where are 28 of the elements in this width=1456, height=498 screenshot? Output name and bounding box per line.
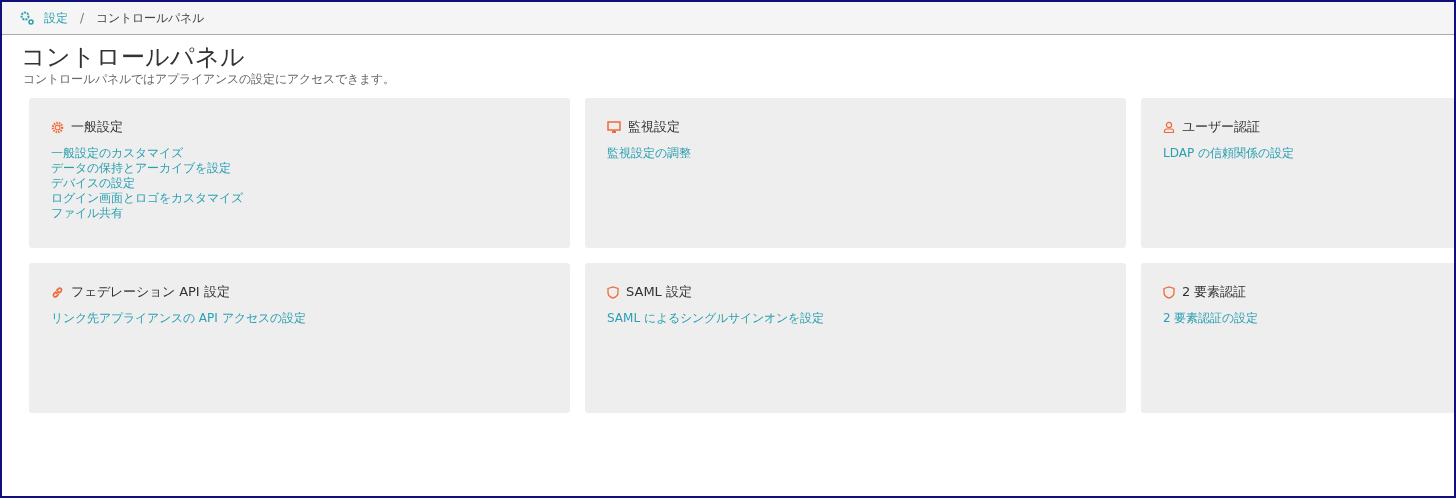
page-subtitle: コントロールパネルではアプライアンスの設定にアクセスできます。 (23, 72, 396, 86)
settings-link[interactable]: リンク先アプライアンスの API アクセスの設定 (51, 311, 306, 326)
settings-link[interactable]: データの保持とアーカイブを設定 (51, 161, 231, 176)
settings-link[interactable]: SAML によるシングルサインオンを設定 (607, 311, 824, 326)
card-title: フェデレーション API 設定 (71, 283, 230, 301)
gears-icon (20, 11, 34, 25)
breadcrumb-link[interactable]: 設定 (44, 9, 68, 27)
breadcrumb-separator: / (80, 11, 85, 25)
card-title: ユーザー認証 (1182, 118, 1260, 136)
settings-link[interactable]: 一般設定のカスタマイズ (51, 146, 183, 161)
settings-link[interactable]: LDAP の信頼関係の設定 (1163, 146, 1294, 161)
breadcrumb-current: コントロールパネル (96, 9, 205, 27)
settings-link[interactable]: ファイル共有 (51, 206, 123, 221)
card-title: 2 要素認証 (1182, 283, 1247, 301)
shield-icon (1163, 285, 1175, 299)
user-icon (1163, 121, 1175, 133)
monitor-icon (607, 120, 621, 134)
page-title: コントロールパネル (21, 43, 246, 71)
link-icon (51, 285, 64, 299)
settings-link[interactable]: ログイン画面とロゴをカスタマイズ (51, 191, 243, 206)
settings-link[interactable]: デバイスの設定 (51, 176, 135, 191)
card-title: SAML 設定 (626, 283, 692, 301)
shield-icon (607, 285, 619, 299)
settings-link[interactable]: 監視設定の調整 (607, 146, 691, 161)
card-title: 一般設定 (71, 118, 123, 136)
card-title: 監視設定 (628, 118, 680, 136)
gear-icon (51, 120, 64, 134)
settings-link[interactable]: 2 要素認証の設定 (1163, 311, 1259, 326)
